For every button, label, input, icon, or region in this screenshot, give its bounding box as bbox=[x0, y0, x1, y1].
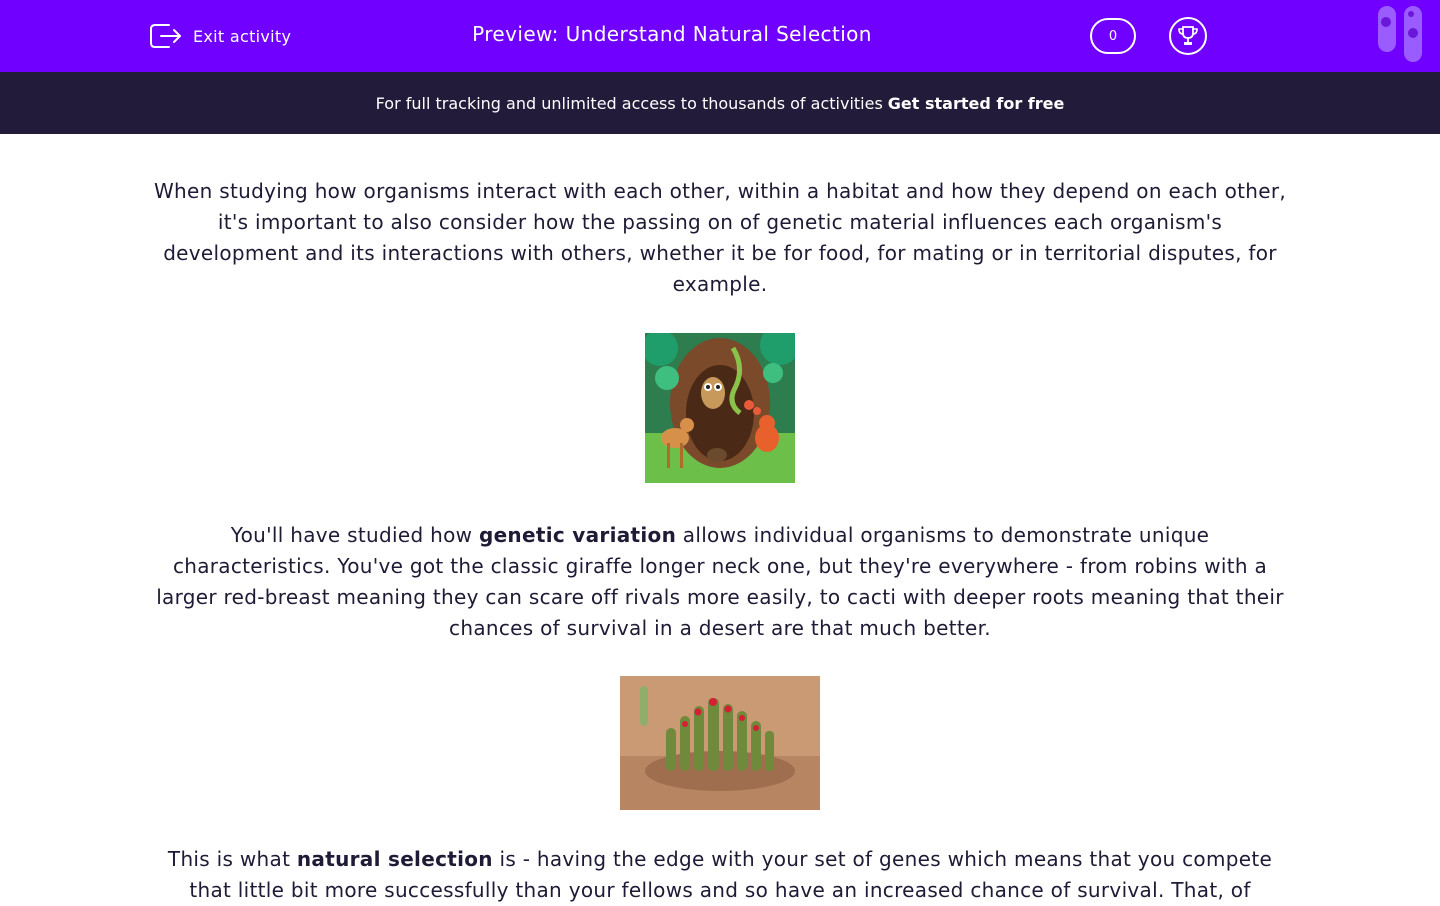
trophy-icon bbox=[1178, 26, 1198, 45]
genetic-variation-term: genetic variation bbox=[478, 523, 677, 547]
promo-banner: For full tracking and unlimited access t… bbox=[0, 72, 1440, 134]
image-container bbox=[150, 676, 1290, 810]
page-title: Preview: Understand Natural Selection bbox=[472, 22, 872, 46]
trophy-button[interactable] bbox=[1169, 17, 1207, 55]
test-tubes-logo bbox=[1378, 6, 1422, 62]
genetic-variation-paragraph: You'll have studied how genetic variatio… bbox=[150, 520, 1290, 644]
natural-selection-term: natural selection bbox=[296, 847, 493, 871]
get-started-link[interactable]: Get started for free bbox=[888, 94, 1065, 113]
intro-paragraph: When studying how organisms interact wit… bbox=[153, 179, 1287, 296]
lesson-content: When studying how organisms interact wit… bbox=[150, 176, 1290, 906]
cactus-image bbox=[620, 676, 820, 810]
forest-animals-image bbox=[645, 333, 795, 483]
image-container bbox=[150, 300, 1290, 483]
top-header: Exit activity Preview: Understand Natura… bbox=[0, 0, 1440, 72]
score-badge: 0 bbox=[1090, 18, 1136, 54]
promo-text: For full tracking and unlimited access t… bbox=[375, 93, 883, 113]
p3-text-before: This is what bbox=[167, 847, 297, 871]
natural-selection-paragraph: This is what natural selection is - havi… bbox=[150, 844, 1290, 906]
p2-text-before: You'll have studied how bbox=[230, 523, 479, 547]
